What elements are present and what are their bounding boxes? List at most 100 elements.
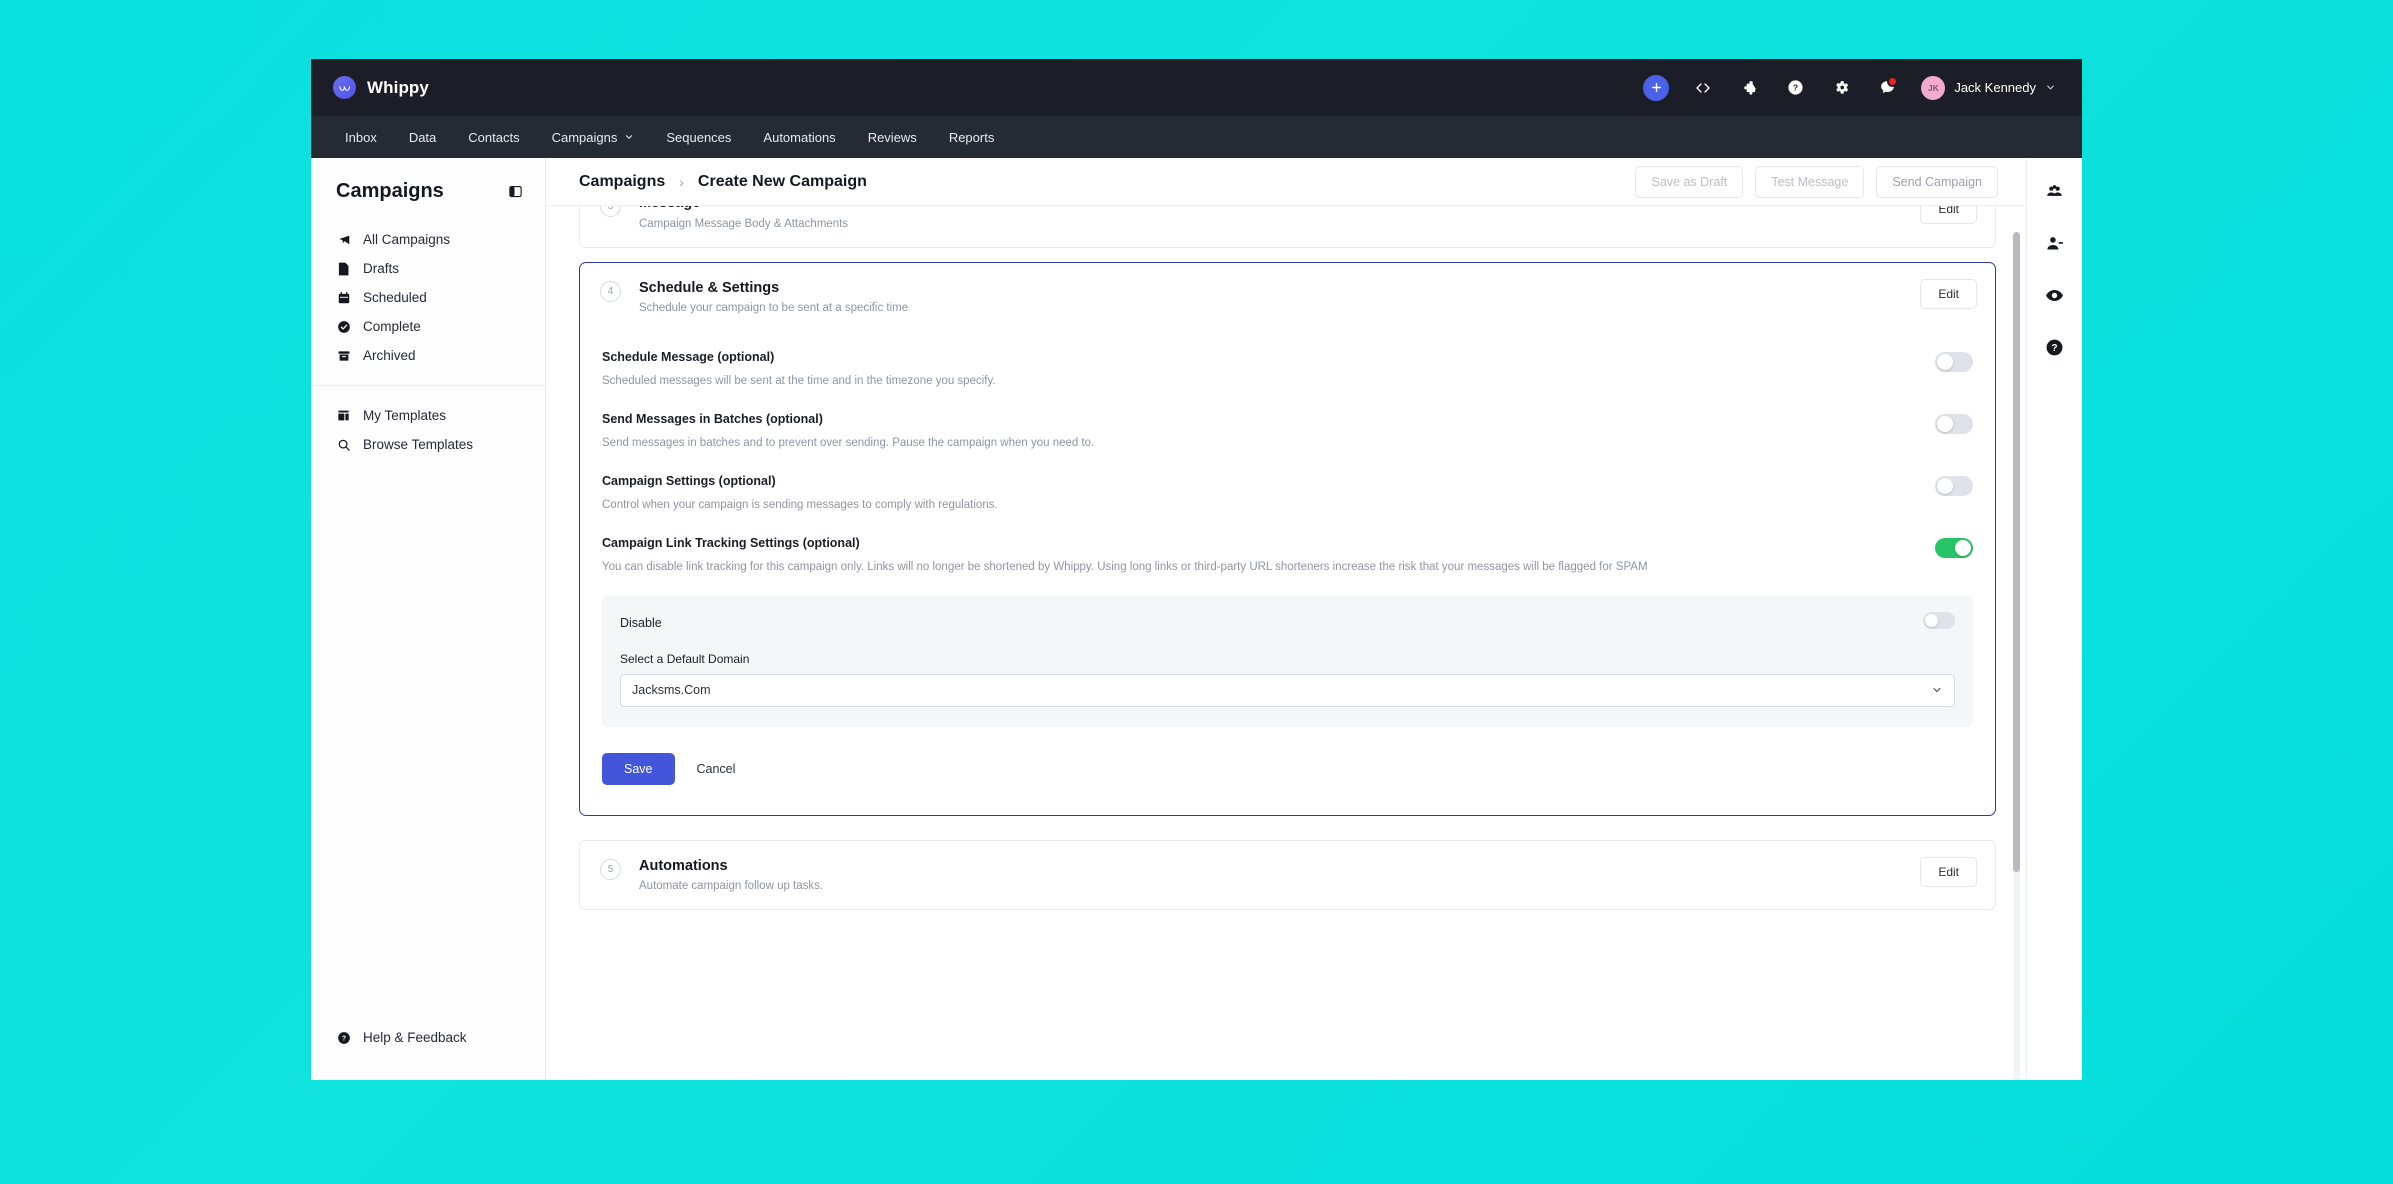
chevron-down-icon (624, 132, 634, 142)
breadcrumb-parent[interactable]: Campaigns (579, 173, 665, 191)
cancel-button[interactable]: Cancel (697, 762, 736, 776)
sidebar-item-complete[interactable]: Complete (311, 312, 545, 341)
setting-row-schedule-message: Schedule Message (optional) Scheduled me… (602, 337, 1973, 399)
nav-item-reviews[interactable]: Reviews (852, 116, 933, 158)
sidebar-title: Campaigns (336, 180, 444, 203)
chat-bubble-icon[interactable] (1875, 76, 1899, 100)
gear-icon[interactable] (1829, 76, 1853, 100)
save-button[interactable]: Save (602, 753, 675, 785)
step-number: 3 (600, 206, 621, 217)
nav-label: Data (409, 130, 436, 145)
svg-text:?: ? (1793, 83, 1798, 93)
card-edit-slot: Edit (1920, 279, 1977, 309)
schedule-form-actions: Save Cancel (602, 733, 1973, 791)
schedule-message-toggle[interactable] (1935, 352, 1973, 372)
megaphone-icon (336, 233, 351, 247)
campaign-settings-toggle[interactable] (1935, 476, 1973, 496)
team-icon[interactable] (2044, 180, 2066, 202)
setting-label: Campaign Settings (optional) (602, 474, 1915, 488)
content-scroll-area: 3 Message Campaign Message Body & Attach… (546, 206, 2026, 1080)
nav-item-contacts[interactable]: Contacts (452, 116, 535, 158)
toggle-slot (1935, 474, 1973, 501)
setting-description: Control when your campaign is sending me… (602, 497, 1915, 513)
card-header: 4 Schedule & Settings Schedule your camp… (580, 263, 1995, 332)
step-card-schedule-settings: 4 Schedule & Settings Schedule your camp… (579, 262, 1996, 816)
schedule-settings-body: Schedule Message (optional) Scheduled me… (580, 331, 1995, 814)
scrollbar-thumb[interactable] (2013, 232, 2020, 872)
nav-item-campaigns[interactable]: Campaigns (536, 116, 651, 158)
person-remove-icon[interactable] (2044, 232, 2066, 254)
sidebar-item-scheduled[interactable]: Scheduled (311, 283, 545, 312)
eye-icon[interactable] (2044, 284, 2066, 306)
avatar: JK (1921, 76, 1945, 100)
card-subtitle: Automate campaign follow up tasks. (639, 880, 823, 892)
toggle-knob (1925, 614, 1938, 627)
edit-message-button[interactable]: Edit (1920, 206, 1977, 224)
sidebar-item-help-feedback[interactable]: ? Help & Feedback (336, 1023, 520, 1052)
user-menu[interactable]: JK Jack Kennedy (1921, 76, 2056, 100)
setting-label: Send Messages in Batches (optional) (602, 412, 1915, 426)
page-title: Create New Campaign (698, 173, 867, 191)
step-number: 5 (600, 859, 621, 880)
nav-item-data[interactable]: Data (393, 116, 452, 158)
question-circle-icon[interactable]: ? (1783, 76, 1807, 100)
link-tracking-panel: Disable Select a Default Domain Jacksms.… (602, 596, 1973, 727)
test-message-button[interactable]: Test Message (1755, 166, 1864, 198)
document-icon (336, 262, 351, 276)
setting-texts: Campaign Settings (optional) Control whe… (602, 474, 1935, 513)
body: Campaigns All Campaigns Drafts (311, 158, 2082, 1080)
sidebar-item-label: Scheduled (363, 290, 427, 305)
send-campaign-button[interactable]: Send Campaign (1876, 166, 1998, 198)
brand[interactable]: Whippy (333, 76, 429, 99)
card-subtitle: Schedule your campaign to be sent at a s… (639, 302, 908, 314)
add-button[interactable] (1643, 75, 1669, 101)
panel-collapse-icon[interactable] (508, 184, 523, 199)
edit-automations-button[interactable]: Edit (1920, 857, 1977, 887)
sidebar-item-label: All Campaigns (363, 232, 450, 247)
archive-box-icon (336, 349, 351, 363)
sidebar-item-browse-templates[interactable]: Browse Templates (311, 430, 545, 459)
default-domain-select[interactable]: Jacksms.Com (620, 674, 1955, 707)
puzzle-piece-icon[interactable] (1737, 76, 1761, 100)
sidebar-item-label: Complete (363, 319, 421, 334)
nav-item-automations[interactable]: Automations (747, 116, 851, 158)
sidebar-item-archived[interactable]: Archived (311, 341, 545, 370)
disable-link-tracking-row: Disable (620, 612, 1955, 634)
setting-row-link-tracking: Campaign Link Tracking Settings (optiona… (602, 523, 1973, 585)
vertical-scrollbar[interactable] (2013, 232, 2020, 1080)
sidebar-item-label: Drafts (363, 261, 399, 276)
page-header: Campaigns › Create New Campaign Save as … (546, 158, 2026, 206)
setting-texts: Schedule Message (optional) Scheduled me… (602, 350, 1935, 389)
sidebar-item-label: Archived (363, 348, 416, 363)
card-title: Schedule & Settings (639, 279, 908, 299)
card-header: 3 Message Campaign Message Body & Attach… (580, 206, 1995, 247)
card-subtitle: Campaign Message Body & Attachments (639, 218, 848, 230)
setting-texts: Campaign Link Tracking Settings (optiona… (602, 536, 1935, 575)
sidebar-item-label: Browse Templates (363, 437, 473, 452)
setting-description: Send messages in batches and to prevent … (602, 435, 1915, 451)
setting-label: Schedule Message (optional) (602, 350, 1915, 364)
disable-link-tracking-toggle[interactable] (1923, 612, 1955, 629)
sidebar-footer: ? Help & Feedback (311, 1023, 545, 1080)
save-as-draft-button[interactable]: Save as Draft (1635, 166, 1743, 198)
top-bar: Whippy ? JK Jack Ken (311, 59, 2082, 116)
link-tracking-toggle[interactable] (1935, 538, 1973, 558)
code-brackets-icon[interactable] (1691, 76, 1715, 100)
sidebar-item-label: Help & Feedback (363, 1030, 467, 1045)
card-edit-slot: Edit (1920, 206, 1977, 224)
sidebar-divider (311, 385, 545, 386)
question-circle-icon[interactable]: ? (2044, 336, 2066, 358)
sidebar-item-my-templates[interactable]: My Templates (311, 401, 545, 430)
sidebar-item-drafts[interactable]: Drafts (311, 254, 545, 283)
step-card-automations: 5 Automations Automate campaign follow u… (579, 840, 1996, 911)
toggle-knob (1955, 540, 1971, 556)
send-in-batches-toggle[interactable] (1935, 414, 1973, 434)
nav-label: Automations (763, 130, 835, 145)
main-nav: Inbox Data Contacts Campaigns Sequences … (311, 116, 2082, 158)
edit-schedule-button[interactable]: Edit (1920, 279, 1977, 309)
sidebar-item-all-campaigns[interactable]: All Campaigns (311, 225, 545, 254)
nav-item-reports[interactable]: Reports (933, 116, 1011, 158)
nav-item-sequences[interactable]: Sequences (650, 116, 747, 158)
nav-item-inbox[interactable]: Inbox (329, 116, 393, 158)
toggle-slot (1935, 412, 1973, 439)
